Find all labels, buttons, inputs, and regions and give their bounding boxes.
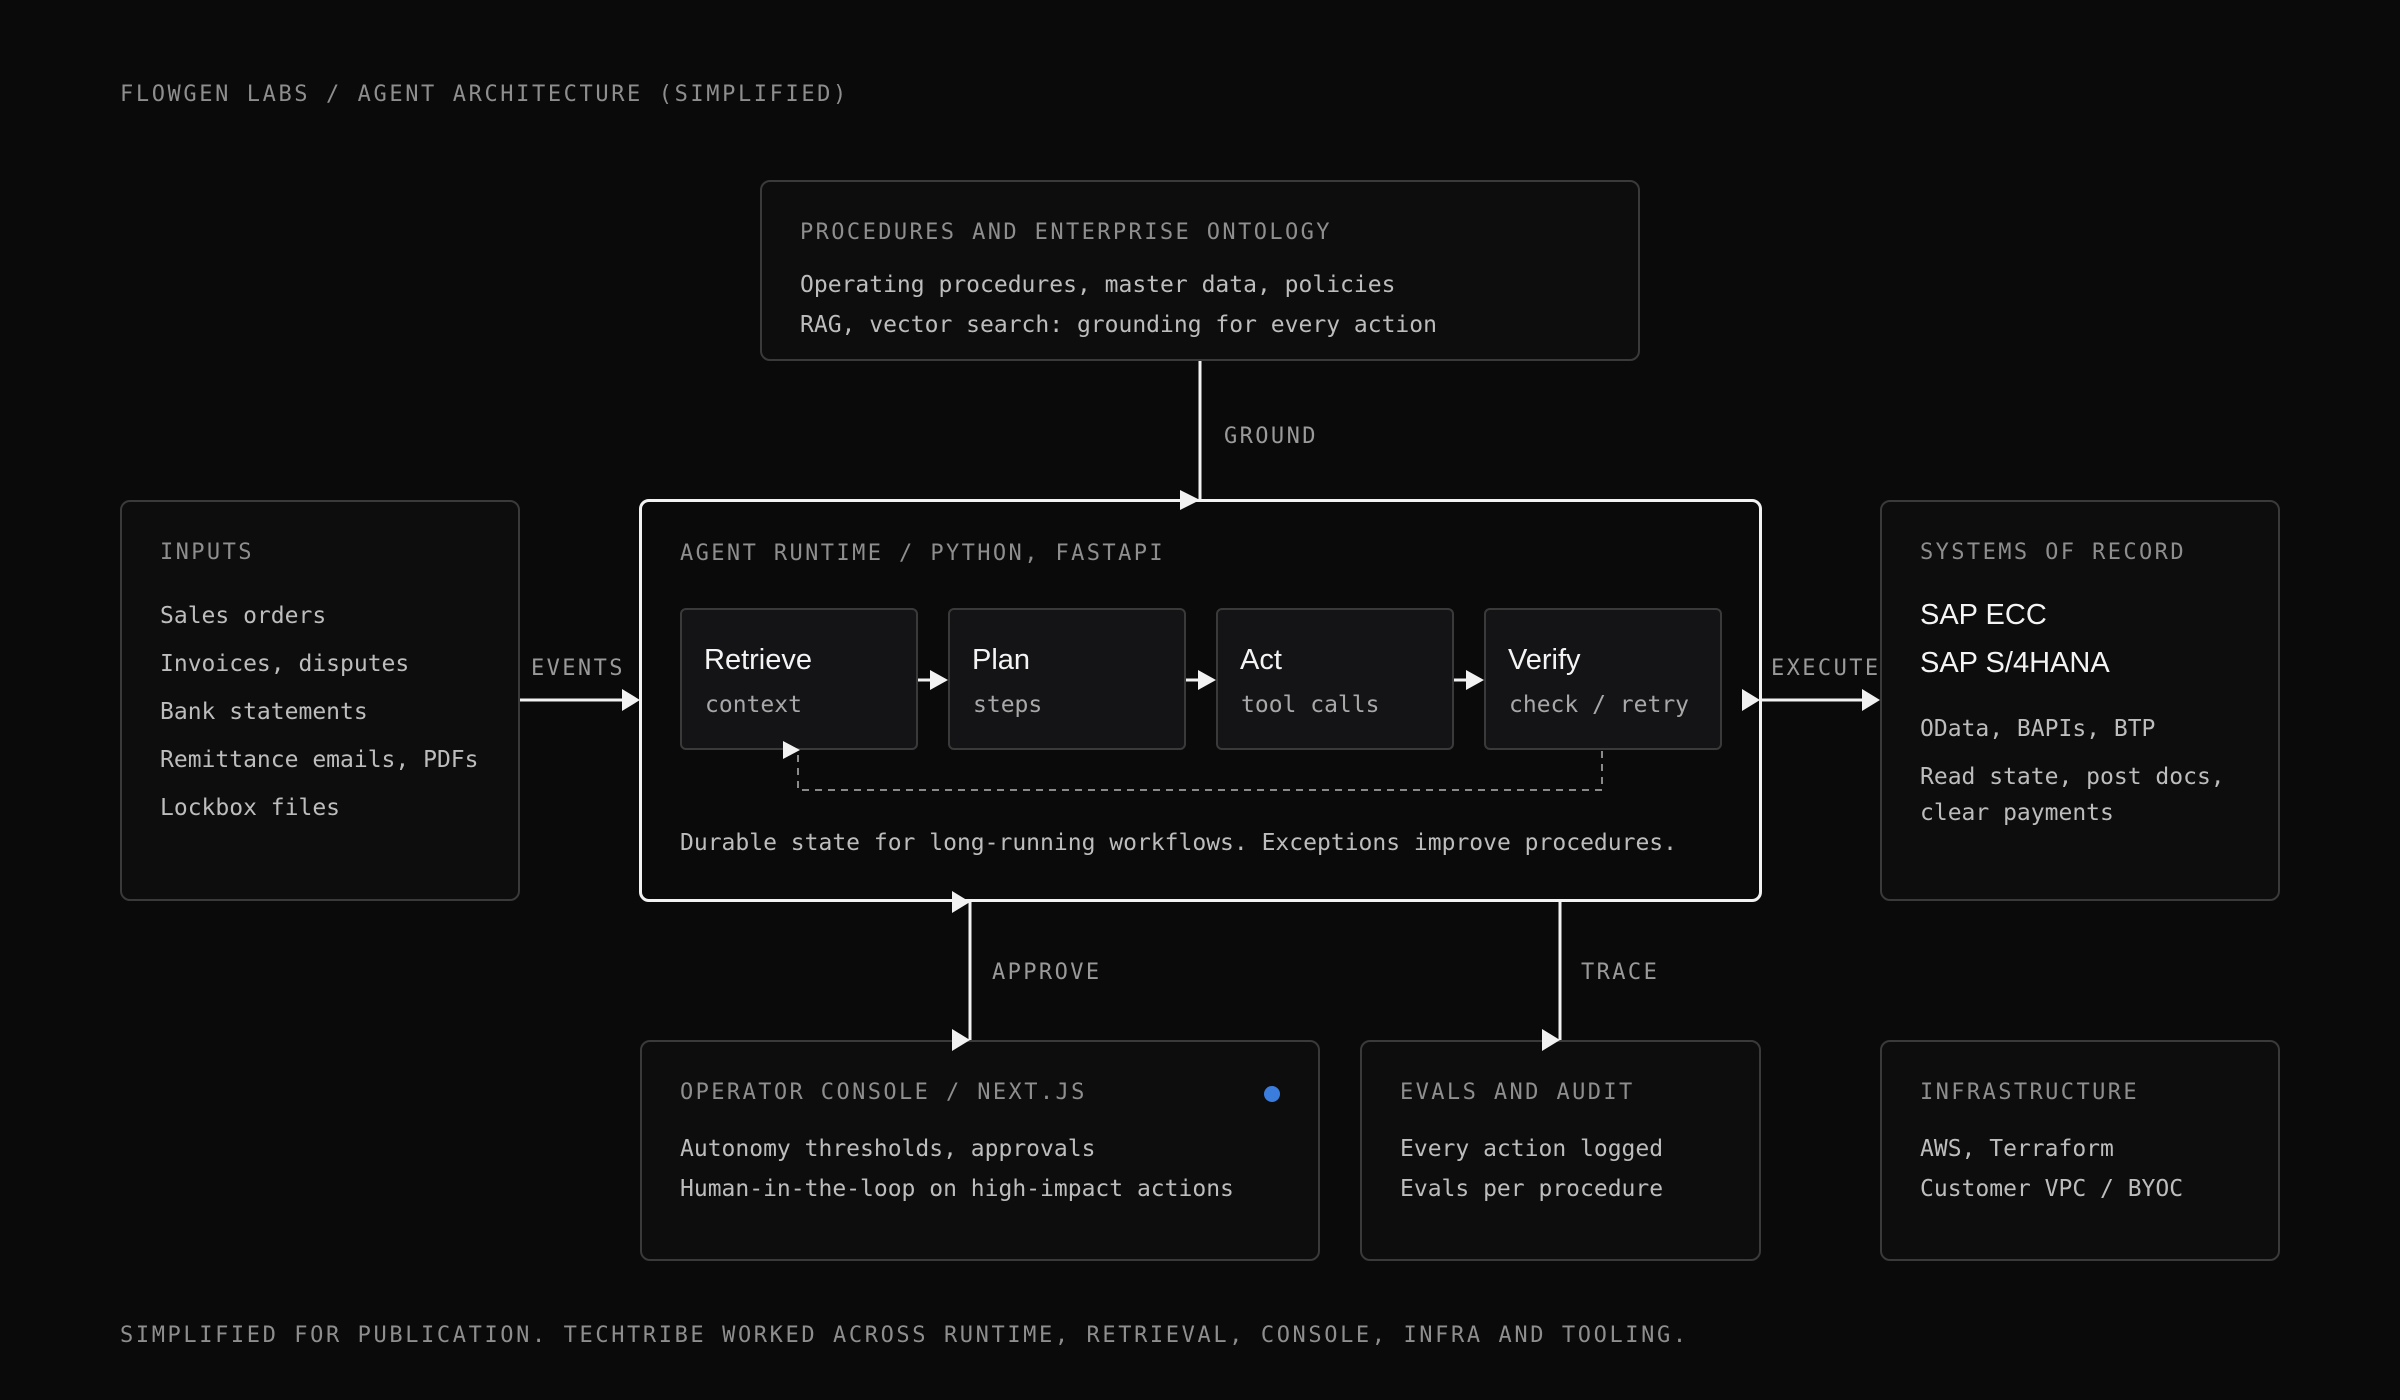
inputs-item: Sales orders bbox=[160, 603, 327, 629]
diagram-footer: SIMPLIFIED FOR PUBLICATION. TECHTRIBE WO… bbox=[120, 1323, 1689, 1348]
runtime-note: Durable state for long-running workflows… bbox=[680, 830, 1677, 856]
systems-secondary: OData, BAPIs, BTP bbox=[1920, 716, 2156, 742]
inputs-item: Remittance emails, PDFs bbox=[160, 747, 479, 773]
step-act: Act tool calls bbox=[1216, 608, 1454, 750]
evals-line-2: Evals per procedure bbox=[1400, 1176, 1664, 1202]
step-title: Act bbox=[1240, 644, 1282, 676]
approve-label: APPROVE bbox=[992, 960, 1102, 985]
infrastructure-box: INFRASTRUCTURE AWS, Terraform Customer V… bbox=[1880, 1040, 2280, 1261]
step-sub: steps bbox=[973, 692, 1043, 718]
step-plan: Plan steps bbox=[948, 608, 1186, 750]
procedures-box: PROCEDURES AND ENTERPRISE ONTOLOGY Opera… bbox=[760, 180, 1640, 361]
events-arrowhead bbox=[622, 689, 640, 711]
step-sub: tool calls bbox=[1241, 692, 1380, 718]
console-line-2: Human-in-the-loop on high-impact actions bbox=[680, 1176, 1234, 1202]
console-line-1: Autonomy thresholds, approvals bbox=[680, 1136, 1096, 1162]
inputs-title: INPUTS bbox=[160, 540, 254, 565]
ground-label: GROUND bbox=[1224, 424, 1318, 449]
inputs-item: Invoices, disputes bbox=[160, 651, 410, 677]
systems-title: SYSTEMS OF RECORD bbox=[1920, 540, 2186, 565]
infra-line-2: Customer VPC / BYOC bbox=[1920, 1176, 2184, 1202]
events-label: EVENTS bbox=[531, 656, 625, 681]
step-sub: context bbox=[705, 692, 802, 718]
systems-of-record-box: SYSTEMS OF RECORD SAP ECC SAP S/4HANA OD… bbox=[1880, 500, 2280, 901]
evals-audit-box: EVALS AND AUDIT Every action logged Eval… bbox=[1360, 1040, 1761, 1261]
operator-console-box: OPERATOR CONSOLE / NEXT.JS Autonomy thre… bbox=[640, 1040, 1320, 1261]
procedures-title: PROCEDURES AND ENTERPRISE ONTOLOGY bbox=[800, 220, 1332, 245]
inputs-item: Bank statements bbox=[160, 699, 368, 725]
evals-line-1: Every action logged bbox=[1400, 1136, 1664, 1162]
step-sub: check / retry bbox=[1509, 692, 1690, 718]
trace-label: TRACE bbox=[1581, 960, 1660, 985]
systems-primary-1: SAP ECC bbox=[1920, 599, 2047, 631]
step-title: Retrieve bbox=[704, 644, 812, 676]
execute-arrowhead bbox=[1862, 689, 1880, 711]
step-retrieve: Retrieve context bbox=[680, 608, 918, 750]
infra-title: INFRASTRUCTURE bbox=[1920, 1080, 2140, 1105]
step-verify: Verify check / retry bbox=[1484, 608, 1722, 750]
systems-detail-1: Read state, post docs, bbox=[1920, 764, 2225, 790]
console-title: OPERATOR CONSOLE / NEXT.JS bbox=[680, 1080, 1087, 1105]
execute-label: EXECUTE bbox=[1771, 656, 1881, 681]
infra-line-1: AWS, Terraform bbox=[1920, 1136, 2114, 1162]
step-title: Verify bbox=[1508, 644, 1581, 676]
step-title: Plan bbox=[972, 644, 1031, 676]
runtime-title: AGENT RUNTIME / PYTHON, FASTAPI bbox=[680, 541, 1165, 566]
procedures-line-2: RAG, vector search: grounding for every … bbox=[800, 312, 1437, 338]
evals-title: EVALS AND AUDIT bbox=[1400, 1080, 1635, 1105]
status-dot bbox=[1264, 1086, 1280, 1102]
inputs-box: INPUTS Sales orders Invoices, disputes B… bbox=[120, 500, 520, 901]
procedures-line-1: Operating procedures, master data, polic… bbox=[800, 272, 1396, 298]
systems-detail-2: clear payments bbox=[1920, 800, 2114, 826]
systems-primary-2: SAP S/4HANA bbox=[1920, 647, 2110, 679]
diagram-header: FLOWGEN LABS / AGENT ARCHITECTURE (SIMPL… bbox=[120, 82, 849, 107]
inputs-item: Lockbox files bbox=[160, 795, 341, 821]
